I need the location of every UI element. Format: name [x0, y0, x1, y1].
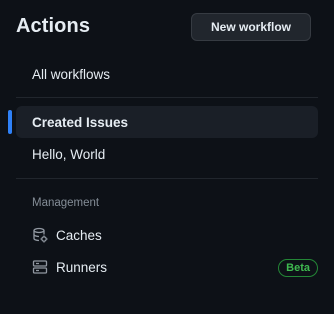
- nav-item-label: Created Issues: [32, 114, 129, 130]
- section-label-management: Management: [32, 197, 100, 209]
- divider: [16, 97, 318, 98]
- nav-item-caches[interactable]: Caches: [16, 219, 318, 251]
- beta-badge: Beta: [278, 259, 318, 277]
- divider: [16, 178, 318, 179]
- nav-item-label: Hello, World: [32, 146, 106, 162]
- nav-item-all-workflows[interactable]: All workflows: [16, 58, 318, 90]
- actions-header: Actions New workflow: [16, 13, 311, 42]
- new-workflow-button[interactable]: New workflow: [191, 13, 311, 41]
- nav-item-label: All workflows: [32, 66, 111, 82]
- selected-indicator: [8, 110, 12, 134]
- server-icon: [32, 259, 48, 275]
- nav-item-runners[interactable]: Runners Beta: [16, 251, 318, 283]
- actions-sidebar-nav: All workflows Created Issues Hello, Worl…: [8, 58, 318, 283]
- nav-item-created-issues[interactable]: Created Issues: [8, 106, 318, 138]
- page-title: Actions: [16, 15, 91, 37]
- database-icon: [32, 227, 48, 243]
- nav-item-label: Caches: [56, 227, 102, 243]
- nav-item-label: Runners: [56, 259, 108, 275]
- nav-item-hello-world[interactable]: Hello, World: [16, 138, 318, 170]
